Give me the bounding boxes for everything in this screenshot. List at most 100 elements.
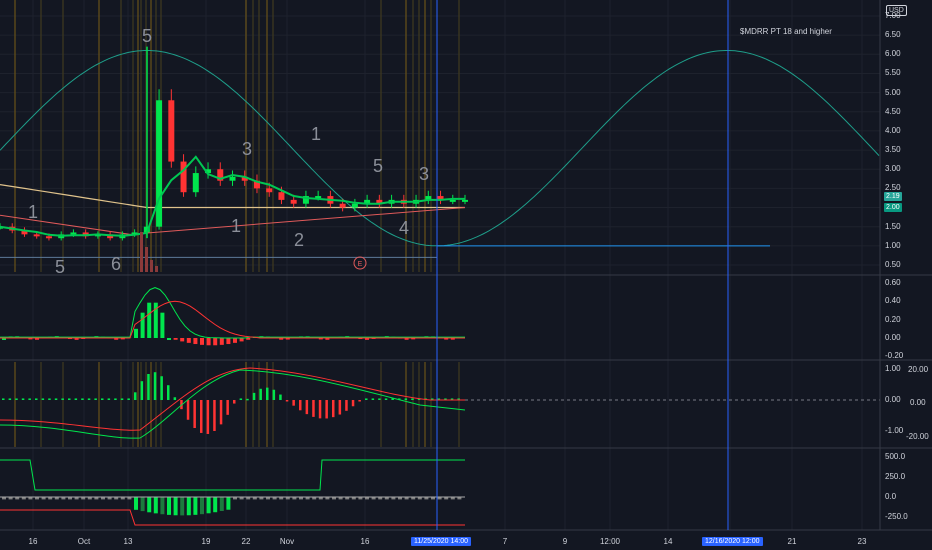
volume-tick-label: 500.0 <box>885 452 906 461</box>
wave-label: 1 <box>311 124 321 144</box>
crosshair-date-chip-1: 11/25/2020 14:00 <box>411 537 471 546</box>
crosshair-time-2: 12:00 <box>742 538 760 545</box>
macd-histogram-bar <box>299 400 302 411</box>
macd-histogram-bar <box>332 400 335 418</box>
volume-bar <box>155 266 158 272</box>
time-tick-label: 16 <box>360 537 370 546</box>
macd-histogram-bar <box>318 400 322 419</box>
macd-histogram-bar <box>200 400 203 433</box>
oscillator-bar <box>186 338 191 343</box>
oscillator-tick-label: 0.60 <box>885 278 901 287</box>
macd-histogram-bar <box>87 398 91 400</box>
macd-histogram-bar <box>312 400 315 417</box>
volume-band <box>266 0 268 272</box>
trading-chart[interactable]: 15651321543E <box>0 0 932 550</box>
volume-band <box>458 0 460 272</box>
volume-oscillator-bar <box>153 497 158 514</box>
volume-tick-label: 250.0 <box>885 472 906 481</box>
macd-histogram-bar <box>266 387 269 400</box>
macd-histogram-bar <box>81 398 84 400</box>
volume-oscillator-bar <box>147 497 152 513</box>
time-tick-label: 13 <box>123 537 133 546</box>
macd-histogram-bar <box>15 398 18 400</box>
macd-histogram-bar <box>193 400 196 429</box>
candle-body <box>33 234 40 237</box>
oscillator-bar <box>213 338 218 346</box>
volume-oscillator-bar <box>213 497 218 513</box>
macd-histogram-bar <box>160 376 163 400</box>
oscillator-bar <box>246 338 251 340</box>
oscillator-bar <box>140 312 145 338</box>
time-tick-label: 7 <box>502 537 508 546</box>
macd-right-tick-label: 20.00 <box>908 365 929 374</box>
oscillator-tick-label: 0.00 <box>885 333 901 342</box>
price-tick-label: 1.50 <box>885 221 901 231</box>
crosshair-date-2: 12/16/2020 <box>705 538 741 545</box>
candle-body <box>290 199 297 204</box>
volume-band <box>14 362 16 447</box>
candle-body <box>278 192 285 200</box>
wave-label: 3 <box>419 164 429 184</box>
volume-band <box>266 362 268 447</box>
oscillator-bar <box>173 338 178 340</box>
time-tick-label: 19 <box>201 537 211 546</box>
macd-histogram-bar <box>167 385 170 400</box>
candle-body <box>70 232 77 235</box>
oscillator-bar <box>167 338 171 340</box>
volume-band <box>62 0 64 272</box>
candle-body <box>156 100 163 227</box>
volume-band <box>62 362 64 447</box>
macd-histogram-bar <box>345 400 348 411</box>
time-tick-label: 12:00 <box>599 537 621 546</box>
volume-band <box>418 0 420 272</box>
oscillator-tick-label: 0.20 <box>885 314 901 324</box>
macd-histogram-bar <box>48 398 51 400</box>
macd-histogram-bar <box>140 381 144 400</box>
macd-histogram-bar <box>54 398 58 400</box>
volume-oscillator-bar <box>140 497 145 512</box>
time-tick-label: 22 <box>241 537 251 546</box>
volume-band <box>150 362 152 447</box>
time-tick-label: 21 <box>787 537 797 546</box>
macd-histogram-bar <box>213 400 216 432</box>
volume-band <box>405 362 407 447</box>
macd-histogram-bar <box>2 398 5 400</box>
macd-histogram-bar <box>351 400 355 407</box>
macd-histogram-bar <box>21 398 25 400</box>
macd-histogram-bar <box>153 372 157 400</box>
candle-body <box>462 199 468 202</box>
volume-oscillator-bar <box>160 497 165 515</box>
volume-bar <box>140 232 143 272</box>
macd-histogram-bar <box>411 398 414 400</box>
macd-histogram-bar <box>41 398 45 400</box>
oscillator-bar <box>200 338 204 345</box>
oscillator-bar <box>233 338 237 343</box>
oscillator-bar <box>160 312 165 338</box>
volume-oscillator-bar <box>180 497 185 516</box>
volume-oscillator-bar <box>173 497 178 516</box>
volume-band <box>424 362 426 447</box>
oscillator-bar <box>134 328 138 338</box>
macd-histogram-bar <box>371 398 375 400</box>
volume-band <box>137 362 139 447</box>
crosshair-time-1: 14:00 <box>450 538 468 545</box>
volume-band <box>132 362 134 447</box>
volume-bar <box>150 260 153 272</box>
volume-band <box>252 0 254 272</box>
volume-band <box>424 0 426 272</box>
price-tick-label: 5.50 <box>885 68 901 78</box>
macd-tick-label: -1.00 <box>885 426 904 435</box>
volume-oscillator-bar <box>186 497 191 516</box>
oscillator-bar <box>193 338 198 345</box>
macd-histogram-bar <box>8 398 12 400</box>
time-tick-label: 23 <box>857 537 867 546</box>
volume-band <box>137 0 139 272</box>
wave-label: 5 <box>142 26 152 46</box>
time-tick-label: 9 <box>562 537 568 546</box>
macd-right-tick-label: -20.00 <box>906 432 929 441</box>
time-tick-label: Oct <box>77 537 91 546</box>
macd-right-tick-label: 0.00 <box>910 398 926 407</box>
macd-tick-label: 0.00 <box>885 395 901 404</box>
price-tick-label: 3.00 <box>885 164 901 174</box>
oscillator-bar <box>147 302 152 338</box>
